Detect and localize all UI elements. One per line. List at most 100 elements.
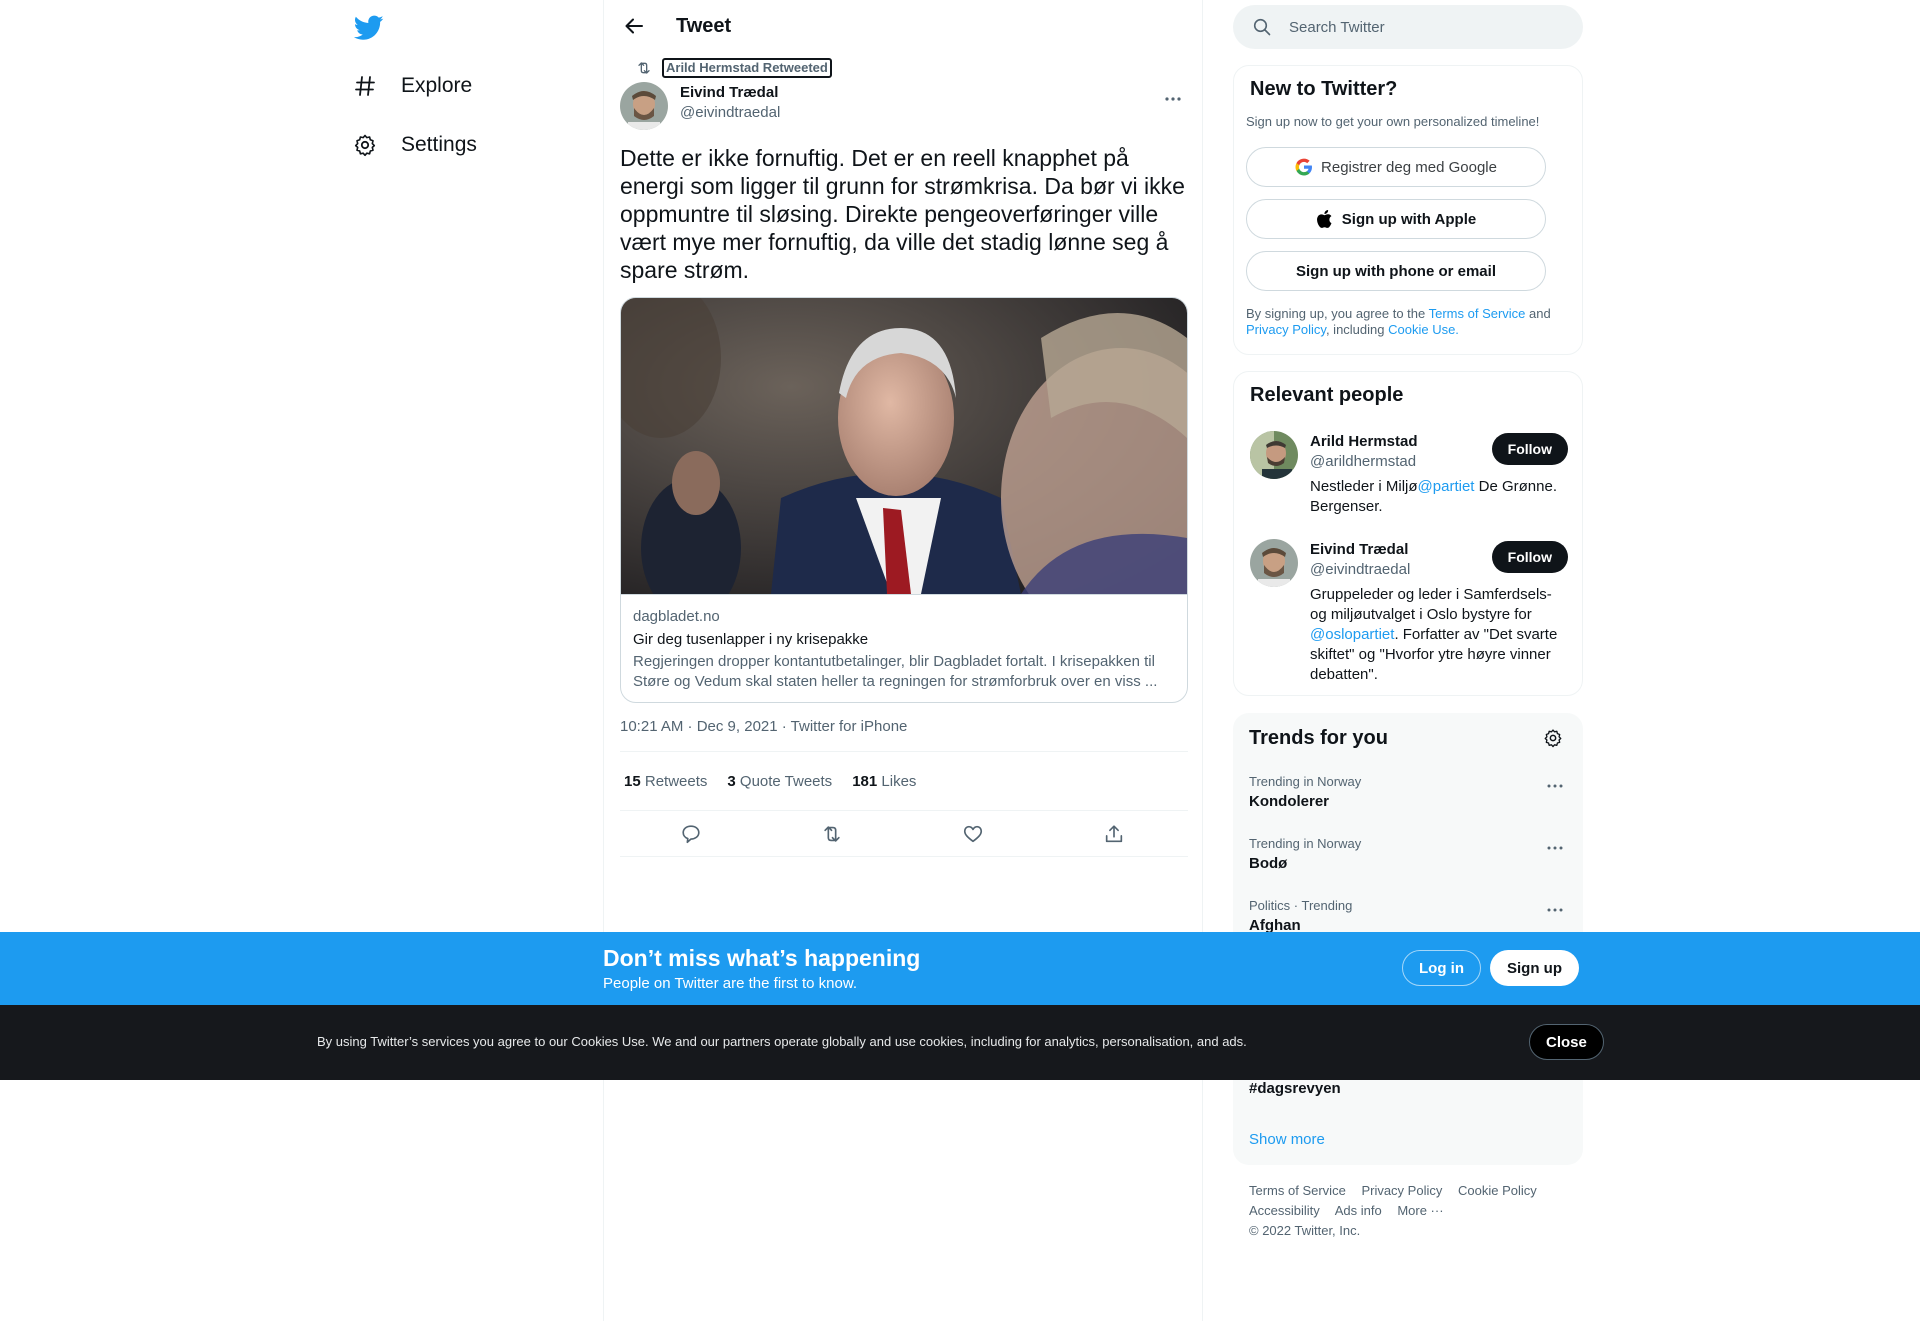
bio-text: Nestleder i Miljø xyxy=(1310,478,1418,495)
trend-meta: Trending in Norway xyxy=(1249,774,1362,789)
person-name[interactable]: Eivind Trædal xyxy=(1310,541,1408,558)
person-name[interactable]: Arild Hermstad xyxy=(1310,433,1418,450)
footer-terms-link[interactable]: Terms of Service xyxy=(1249,1183,1346,1198)
likes-stat[interactable]: 181 Likes xyxy=(852,773,916,790)
bio-text: Gruppeleder og leder i Samferdsels- og m… xyxy=(1310,586,1552,623)
main-column: Tweet Arild Hermstad Retweeted Eivind Tr… xyxy=(603,0,1203,1321)
retweets-label: Retweets xyxy=(644,772,708,790)
nav-settings[interactable]: Settings xyxy=(351,121,477,169)
footer-privacy-link[interactable]: Privacy Policy xyxy=(1361,1183,1442,1198)
legal-including: , including xyxy=(1325,322,1389,337)
tweet-author: Eivind Trædal @eivindtraedal xyxy=(620,82,1188,130)
bio-mention-link[interactable]: @partiet xyxy=(1418,478,1475,495)
footer-ads-info-link[interactable]: Ads info xyxy=(1335,1203,1382,1218)
hashtag-icon xyxy=(351,72,379,100)
more-options-icon[interactable] xyxy=(1158,84,1188,114)
new-to-twitter-panel: New to Twitter? Sign up now to get your … xyxy=(1233,65,1583,355)
person-handle[interactable]: @eivindtraedal xyxy=(1310,561,1410,578)
nav-explore-label: Explore xyxy=(401,74,473,97)
trend-item[interactable]: Trending in Norway Kondolerer xyxy=(1249,774,1567,812)
share-icon[interactable] xyxy=(1101,821,1127,847)
person-handle[interactable]: @arildhermstad xyxy=(1310,453,1416,470)
more-options-icon[interactable] xyxy=(1543,900,1567,920)
new-to-twitter-subtitle: Sign up now to get your own personalized… xyxy=(1246,114,1540,129)
retweet-action-icon[interactable] xyxy=(819,821,845,847)
tweet-actions xyxy=(620,811,1188,857)
google-signup-button[interactable]: Registrer deg med Google xyxy=(1246,147,1546,187)
google-signup-label: Registrer deg med Google xyxy=(1321,158,1497,176)
sidebar-footer: Terms of Service Privacy Policy Cookie P… xyxy=(1249,1181,1569,1241)
retweet-context: Arild Hermstad Retweeted xyxy=(620,58,832,78)
author-avatar[interactable] xyxy=(620,82,668,130)
tweet-timestamp[interactable]: 10:21 AM · Dec 9, 2021 · Twitter for iPh… xyxy=(620,718,907,735)
new-to-twitter-title: New to Twitter? xyxy=(1250,78,1398,100)
bio-mention-link[interactable]: @oslopartiet xyxy=(1310,626,1394,643)
signup-banner: Don’t miss what’s happening People on Tw… xyxy=(0,932,1920,1005)
card-description: Regjeringen dropper kontantutbetalinger,… xyxy=(633,653,1158,690)
quotes-stat[interactable]: 3 Quote Tweets xyxy=(727,773,832,790)
page-title: Tweet xyxy=(676,15,732,37)
trend-name: #dagsrevyen xyxy=(1249,1080,1341,1097)
legal-and: and xyxy=(1525,306,1551,321)
gear-icon xyxy=(351,131,379,159)
card-body: dagbladet.no Gir deg tusenlapper i ny kr… xyxy=(621,594,1187,702)
tweet-stats: 15 Retweets 3 Quote Tweets 181 Likes xyxy=(620,751,1188,811)
reply-icon[interactable] xyxy=(678,821,704,847)
gear-icon[interactable] xyxy=(1543,728,1565,750)
more-options-icon[interactable] xyxy=(1543,838,1567,858)
footer-accessibility-link[interactable]: Accessibility xyxy=(1249,1203,1320,1218)
trend-item[interactable]: Politics · Trending Afghan xyxy=(1249,898,1567,936)
relevant-people-panel: Relevant people Arild Hermstad @arildher… xyxy=(1233,371,1583,696)
twitter-bird-icon[interactable] xyxy=(351,10,387,46)
retweeted-by-link[interactable]: Arild Hermstad Retweeted xyxy=(662,58,832,78)
search-input[interactable] xyxy=(1289,5,1569,49)
cookie-use-link[interactable]: Cookie Use. xyxy=(1388,322,1459,337)
person-bio: Nestleder i Miljø@partiet De Grønne. Ber… xyxy=(1310,477,1568,517)
show-more-link[interactable]: Show more xyxy=(1249,1131,1325,1148)
phone-email-signup-button[interactable]: Sign up with phone or email xyxy=(1246,251,1546,291)
footer-cookie-link[interactable]: Cookie Policy xyxy=(1458,1183,1537,1198)
apple-logo-icon xyxy=(1316,210,1334,228)
retweets-count: 15 xyxy=(624,772,641,790)
search-box[interactable] xyxy=(1233,5,1583,49)
quotes-count: 3 xyxy=(727,772,736,790)
apple-signup-label: Sign up with Apple xyxy=(1341,210,1477,228)
more-options-icon[interactable] xyxy=(1543,776,1567,796)
trend-item[interactable]: #dagsrevyen xyxy=(1249,1077,1567,1099)
card-domain: dagbladet.no xyxy=(633,608,720,625)
signup-banner-title: Don’t miss what’s happening xyxy=(603,945,921,971)
search-icon xyxy=(1253,18,1271,36)
copyright: © 2022 Twitter, Inc. xyxy=(1249,1223,1361,1238)
quotes-label: Quote Tweets xyxy=(739,772,833,790)
retweet-icon xyxy=(634,58,654,78)
like-heart-icon[interactable] xyxy=(960,821,986,847)
avatar[interactable] xyxy=(1250,539,1298,587)
main-header: Tweet xyxy=(604,0,1204,53)
apple-signup-button[interactable]: Sign up with Apple xyxy=(1246,199,1546,239)
signup-banner-subtitle: People on Twitter are the first to know. xyxy=(603,975,858,992)
follow-button[interactable]: Follow xyxy=(1491,433,1568,465)
card-title: Gir deg tusenlapper i ny krisepakke xyxy=(633,631,869,648)
relevant-people-title: Relevant people xyxy=(1250,384,1404,406)
nav-explore[interactable]: Explore xyxy=(351,62,472,110)
follow-button[interactable]: Follow xyxy=(1491,541,1568,573)
cookie-banner-text: By using Twitter’s services you agree to… xyxy=(317,1034,1247,1049)
signup-legal-text: By signing up, you agree to the Terms of… xyxy=(1246,306,1566,338)
author-handle[interactable]: @eivindtraedal xyxy=(680,104,780,121)
trend-item[interactable]: Trending in Norway Bodø xyxy=(1249,836,1567,874)
terms-of-service-link[interactable]: Terms of Service xyxy=(1429,306,1526,321)
legal-prefix: By signing up, you agree to the xyxy=(1246,306,1429,321)
back-arrow-icon[interactable] xyxy=(620,12,648,40)
retweets-stat[interactable]: 15 Retweets xyxy=(624,773,707,790)
signup-button[interactable]: Sign up xyxy=(1490,950,1579,986)
cookie-close-button[interactable]: Close xyxy=(1529,1024,1604,1060)
google-logo-icon xyxy=(1295,158,1313,176)
link-card[interactable]: dagbladet.no Gir deg tusenlapper i ny kr… xyxy=(620,297,1188,703)
author-name[interactable]: Eivind Trædal xyxy=(680,84,778,101)
privacy-policy-link[interactable]: Privacy Policy xyxy=(1246,322,1326,337)
phone-email-signup-label: Sign up with phone or email xyxy=(1295,262,1496,280)
trends-title: Trends for you xyxy=(1249,727,1388,749)
avatar[interactable] xyxy=(1250,431,1298,479)
login-button[interactable]: Log in xyxy=(1402,950,1481,986)
footer-more-link[interactable]: More ··· xyxy=(1397,1203,1443,1218)
